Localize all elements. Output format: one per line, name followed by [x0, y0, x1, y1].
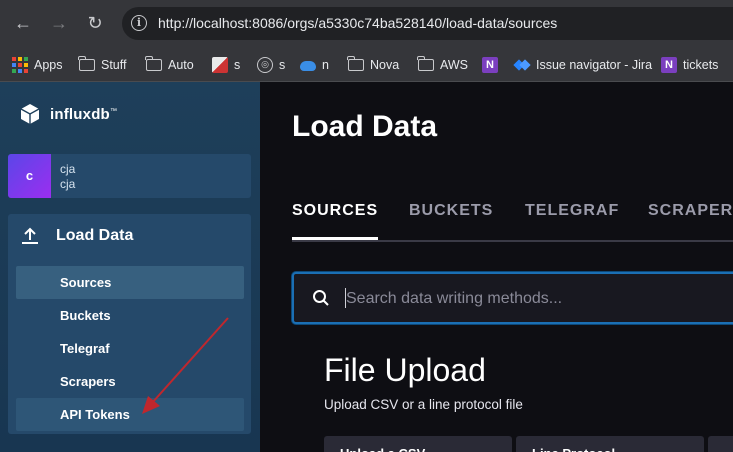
bookmark-s-1[interactable]: s [212, 47, 240, 82]
sidebar-item-api-tokens[interactable]: API Tokens [16, 398, 244, 431]
user-org-card[interactable]: c cja cja [8, 154, 251, 198]
bookmark-auto[interactable]: Auto [145, 47, 194, 82]
search-box [292, 272, 733, 324]
site-info-icon[interactable]: i [131, 15, 147, 31]
influxdb-logo[interactable]: influxdb™ [18, 102, 117, 126]
apps-grid-icon [12, 56, 28, 73]
bookmarks-bar: Apps Stuff Auto s ◎ s n Nova AWS N Issue… [0, 47, 733, 82]
jira-icon [514, 57, 530, 73]
org-name: cja [60, 177, 76, 191]
onenote-icon: N [482, 56, 498, 73]
logo-text: influxdb [50, 105, 110, 123]
url-text[interactable]: http://localhost:8086/orgs/a5330c74ba528… [158, 15, 557, 31]
tab-sources[interactable]: SOURCES [292, 202, 379, 240]
bookmark-aws[interactable]: AWS [417, 47, 468, 82]
user-name: cja [60, 162, 76, 176]
bookmark-s-2[interactable]: ◎ s [257, 47, 285, 82]
section-title: File Upload [324, 352, 486, 388]
tab-buckets[interactable]: BUCKETS [409, 202, 493, 220]
load-data-nav: Load Data Sources Buckets Telegraf Scrap… [8, 214, 251, 434]
globe-icon: ◎ [257, 56, 273, 73]
onenote-icon: N [661, 56, 677, 73]
upload-card-partial[interactable] [708, 436, 733, 452]
cloud-icon [300, 61, 316, 71]
back-arrow-icon[interactable]: ← [10, 10, 36, 36]
search-icon [313, 290, 329, 306]
address-bar[interactable]: i http://localhost:8086/orgs/a5330c74ba5… [122, 7, 733, 40]
folder-icon [347, 55, 364, 71]
bookmark-n[interactable]: n [300, 47, 329, 82]
bookmark-tickets[interactable]: N tickets [661, 47, 718, 82]
influxdb-cube-icon [20, 104, 40, 124]
bookmark-nova[interactable]: Nova [347, 47, 399, 82]
sidebar-item-buckets[interactable]: Buckets [16, 299, 244, 332]
tab-bar: SOURCES BUCKETS TELEGRAF SCRAPERS [292, 202, 733, 242]
forward-arrow-icon[interactable]: → [46, 10, 72, 36]
folder-icon [417, 55, 434, 71]
sidebar-item-telegraf[interactable]: Telegraf [16, 332, 244, 365]
nav-section-load-data[interactable]: Load Data [20, 226, 133, 246]
avatar: c [8, 154, 51, 198]
sidebar: influxdb™ c cja cja Load Data Sources Bu… [0, 82, 260, 452]
sidebar-item-scrapers[interactable]: Scrapers [16, 365, 244, 398]
main-content: Load Data SOURCES BUCKETS TELEGRAF SCRAP… [260, 82, 733, 452]
page-title: Load Data [292, 110, 438, 143]
bookmark-apps[interactable]: Apps [12, 47, 63, 82]
tab-scrapers[interactable]: SCRAPERS [648, 202, 733, 220]
bookmark-jira[interactable]: Issue navigator - Jira [514, 47, 652, 82]
upload-csv-card[interactable]: Upload a CSV [324, 436, 512, 452]
section-subtitle: Upload CSV or a line protocol file [324, 397, 523, 412]
bookmark-onenote[interactable]: N [482, 47, 498, 82]
line-protocol-card[interactable]: Line Protocol [516, 436, 704, 452]
folder-icon [145, 55, 162, 71]
browser-toolbar: ← → ↻ i http://localhost:8086/orgs/a5330… [0, 0, 733, 47]
upload-icon [22, 227, 38, 244]
trademark-mark: ™ [109, 107, 118, 115]
tab-telegraf[interactable]: TELEGRAF [525, 202, 619, 220]
bookmark-stuff[interactable]: Stuff [78, 47, 126, 82]
search-input[interactable] [346, 286, 726, 312]
folder-icon [78, 55, 95, 71]
sidebar-item-sources[interactable]: Sources [16, 266, 244, 299]
site-image-icon [212, 56, 228, 73]
reload-icon[interactable]: ↻ [82, 10, 108, 36]
